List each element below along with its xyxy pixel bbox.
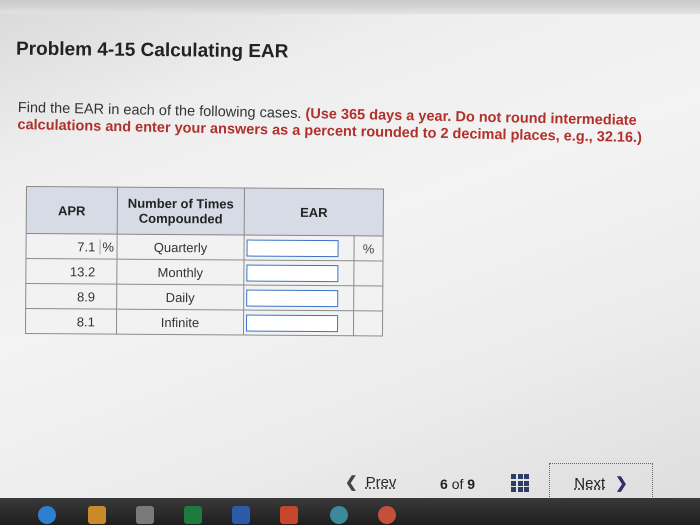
header-compounding: Number of Times Compounded (117, 187, 245, 236)
page-of: of (451, 476, 464, 492)
ear-unit (353, 285, 383, 311)
table-row: 8.9 Daily (25, 283, 383, 311)
table-row: 13.2 Monthly (25, 258, 383, 286)
page-total: 9 (467, 476, 476, 492)
chevron-left-icon: ❮ (345, 474, 358, 491)
apr-cell: 8.9 (25, 283, 117, 310)
apr-value: 13.2 (69, 263, 96, 279)
excel-icon[interactable] (184, 506, 202, 524)
table-row: 7.1 % Quarterly % (25, 233, 384, 261)
next-button[interactable]: Next ❯ (549, 463, 653, 503)
browser-icon[interactable] (38, 506, 56, 524)
apr-cell: 8.1 (25, 308, 117, 335)
word-icon[interactable] (232, 506, 250, 524)
app-icon[interactable] (136, 506, 154, 524)
apr-value: 8.1 (76, 313, 95, 329)
ear-input-cell (243, 260, 355, 286)
table-header-row: APR Number of Times Compounded EAR (26, 186, 384, 236)
page-indicator: 6 of 9 (440, 476, 475, 492)
app-icon[interactable] (378, 506, 396, 524)
ear-unit: % (354, 235, 384, 261)
powerpoint-icon[interactable] (280, 506, 298, 524)
ear-unit (353, 310, 383, 336)
ear-input-infinite[interactable] (246, 314, 339, 332)
ear-input-cell (243, 285, 354, 311)
header-ear: EAR (244, 188, 384, 236)
prev-label: Prev (365, 474, 397, 491)
taskbar (0, 498, 700, 525)
folder-icon[interactable] (88, 506, 106, 524)
apr-value: 7.1 (77, 238, 96, 254)
compounding-cell: Quarterly (116, 234, 245, 261)
prev-button[interactable]: ❮ Prev (345, 473, 396, 491)
ear-input-cell (243, 310, 354, 336)
screen-frame-top (0, 0, 700, 14)
apr-cell: 13.2 (25, 258, 117, 285)
page-current: 6 (440, 476, 448, 492)
apr-cell: 7.1 % (25, 233, 118, 260)
compounding-cell: Daily (116, 284, 244, 311)
ear-input-cell (244, 235, 355, 261)
header-apr: APR (26, 186, 118, 235)
problem-instructions: Find the EAR in each of the following ca… (17, 100, 690, 148)
ear-input-daily[interactable] (246, 289, 339, 307)
compounding-cell: Infinite (116, 309, 244, 336)
table-row: 8.1 Infinite (25, 308, 383, 336)
chevron-right-icon: ❯ (615, 475, 628, 492)
problem-title: Problem 4-15 Calculating EAR (15, 38, 289, 63)
compounding-cell: Monthly (116, 259, 245, 286)
grid-icon[interactable] (511, 474, 529, 492)
ear-input-monthly[interactable] (246, 264, 339, 282)
next-label: Next (574, 474, 606, 492)
chrome-icon[interactable] (330, 506, 348, 524)
apr-unit: % (99, 239, 117, 255)
ear-table: APR Number of Times Compounded EAR 7.1 %… (25, 186, 384, 336)
ear-unit (353, 260, 383, 286)
ear-table-container: APR Number of Times Compounded EAR 7.1 %… (25, 186, 384, 336)
apr-value: 8.9 (76, 288, 96, 304)
ear-input-quarterly[interactable] (246, 239, 339, 257)
